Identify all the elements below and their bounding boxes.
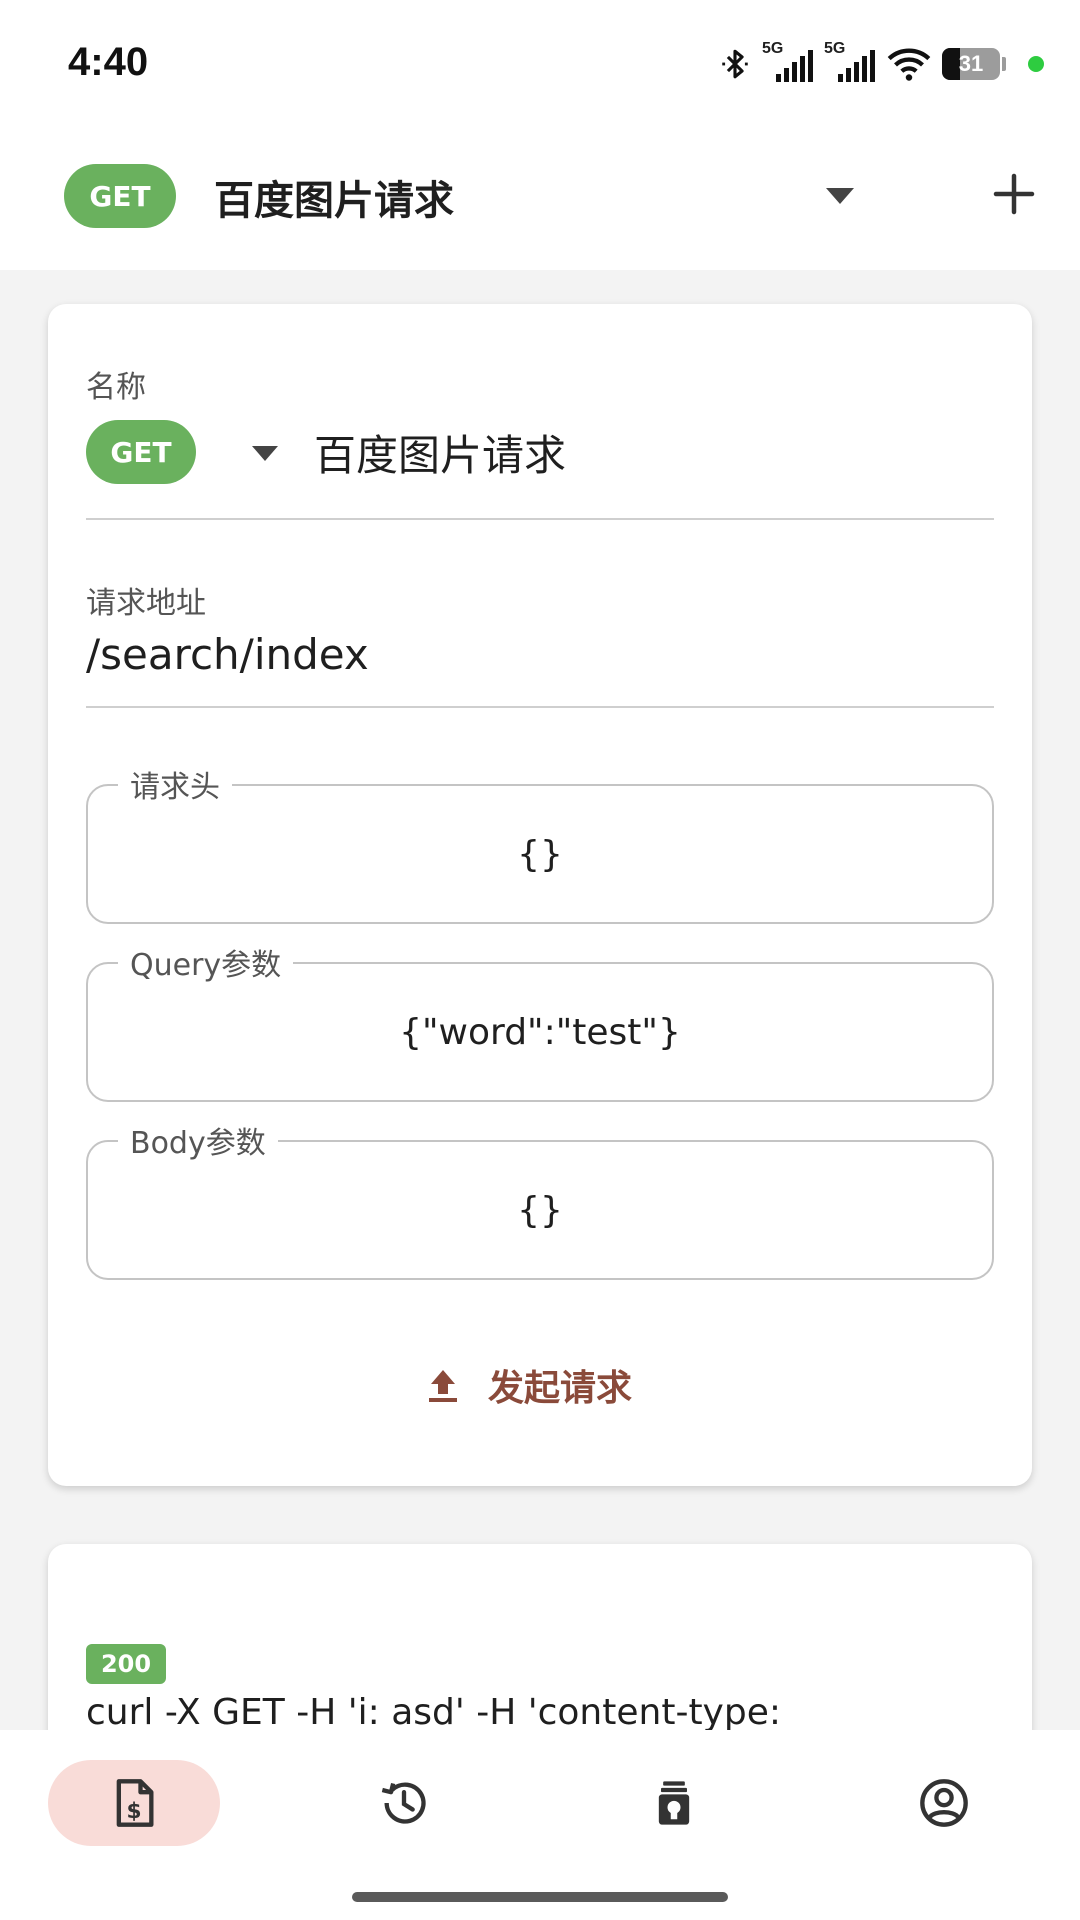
upload-icon: [429, 1370, 457, 1402]
headers-field[interactable]: 请求头 {}: [86, 762, 994, 924]
send-request-button[interactable]: 发起请求: [426, 1350, 654, 1420]
battery-indicator: 31: [942, 48, 1006, 80]
battery-percent: 31: [958, 51, 984, 76]
nav-tab-request[interactable]: $: [48, 1760, 220, 1846]
headers-value[interactable]: {}: [88, 786, 992, 922]
appbar-method-badge[interactable]: GET: [64, 164, 176, 228]
account-icon: [920, 1779, 968, 1827]
bottom-navigation: $: [0, 1730, 1080, 1920]
method-caret-down-icon[interactable]: [250, 442, 280, 464]
nav-tab-account[interactable]: [858, 1760, 1030, 1846]
request-document-icon: $: [116, 1779, 154, 1827]
appbar-title[interactable]: 百度图片请求: [214, 168, 454, 226]
status-icons: 5G 5G 31: [718, 40, 1044, 84]
home-indicator[interactable]: [352, 1892, 728, 1902]
response-status-badge: 200: [86, 1644, 166, 1684]
query-field[interactable]: Query参数 {"word":"test"}: [86, 940, 994, 1102]
battery-icon: 31: [942, 48, 1000, 80]
name-underline: [86, 518, 994, 520]
battery-tip: [1002, 57, 1006, 71]
history-icon: [381, 1782, 426, 1824]
signal-1: 5G: [762, 40, 814, 84]
privacy-indicator-dot: [1028, 56, 1044, 72]
signal-strength-icon: [838, 50, 875, 82]
bluetooth-icon: [722, 49, 748, 79]
method-selector-badge[interactable]: GET: [86, 420, 196, 484]
body-value[interactable]: {}: [88, 1142, 992, 1278]
name-label: 名称: [86, 370, 146, 405]
curl-command-text: curl -X GET -H 'i: asd' -H 'content-type…: [86, 1692, 781, 1733]
app-bar: GET 百度图片请求: [0, 130, 1080, 270]
nav-tab-history[interactable]: [318, 1760, 490, 1846]
nav-tab-tips[interactable]: [588, 1760, 760, 1846]
signal-strength-icon: [776, 50, 813, 82]
url-input[interactable]: /search/index: [86, 630, 369, 679]
query-value[interactable]: {"word":"test"}: [88, 964, 992, 1100]
tips-lightbulb-icon: [658, 1781, 690, 1825]
svg-text:$: $: [126, 1799, 141, 1824]
add-icon[interactable]: [990, 170, 1038, 218]
name-input[interactable]: 百度图片请求: [314, 422, 566, 483]
caret-down-icon[interactable]: [824, 184, 856, 208]
wifi-icon: [887, 48, 931, 81]
url-label: 请求地址: [86, 586, 206, 621]
url-underline: [86, 706, 994, 708]
status-bar: 4:40 5G 5G 31: [0, 0, 1080, 130]
signal-2: 5G: [824, 40, 876, 84]
request-card: 名称 GET 百度图片请求 请求地址 /search/index 请求头 {} …: [48, 304, 1032, 1486]
status-time: 4:40: [68, 40, 149, 84]
body-field[interactable]: Body参数 {}: [86, 1118, 994, 1280]
send-request-label: 发起请求: [488, 1368, 633, 1409]
